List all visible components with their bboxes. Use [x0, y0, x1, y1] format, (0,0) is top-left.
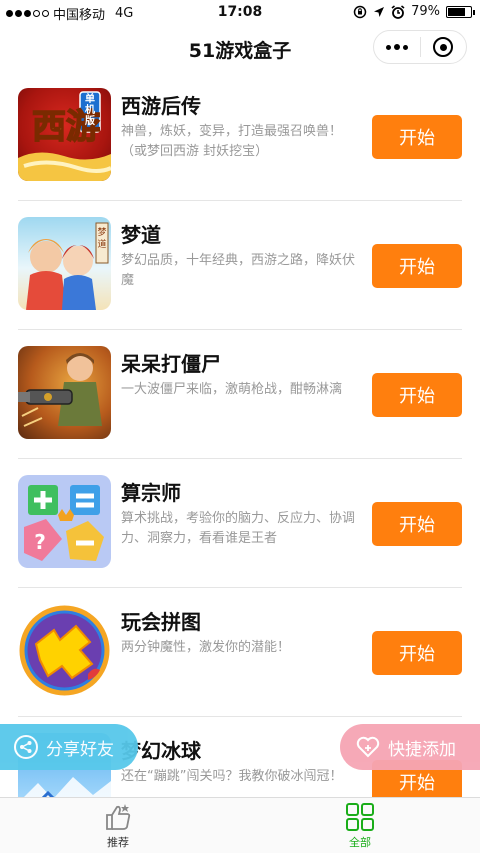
- tab-bar: 推荐 全部: [0, 797, 480, 853]
- game-description: 两分钟魔性，激发你的潜能！: [121, 640, 291, 655]
- game-title: 梦道: [121, 223, 161, 247]
- svg-text:?: ?: [34, 530, 46, 554]
- start-button[interactable]: 开始: [372, 115, 462, 159]
- list-item[interactable]: 梦道 梦道 梦幻品质，十年经典，西游之路，降妖伏魔 开始: [18, 201, 462, 330]
- list-item[interactable]: 玩会拼图 两分钟魔性，激发你的潜能！ 开始: [18, 588, 462, 717]
- tab-all[interactable]: 全部: [320, 802, 400, 850]
- grid-icon: [346, 803, 374, 831]
- start-button[interactable]: 开始: [372, 631, 462, 675]
- tab-recommend[interactable]: 推荐: [78, 802, 158, 850]
- battery-icon: [446, 5, 475, 18]
- start-button[interactable]: 开始: [372, 244, 462, 288]
- game-title: 西游后传: [121, 94, 201, 118]
- game-thumbnail: [18, 346, 111, 439]
- game-description: 神兽，炼妖，变异，打造最强召唤兽！（或梦回西游 封妖挖宝）: [121, 124, 343, 159]
- rotation-lock-icon: [353, 5, 367, 18]
- start-button[interactable]: 开始: [372, 502, 462, 546]
- share-icon: [14, 735, 38, 759]
- game-description: 算术挑战，考验你的脑力、反应力、协调力、洞察力，看看谁是王者: [121, 511, 356, 546]
- game-description: 一大波僵尸来临，激萌枪战，酣畅淋漓: [121, 382, 343, 397]
- thumbs-up-icon: [106, 804, 131, 830]
- game-title: 算宗师: [121, 481, 181, 505]
- game-thumbnail: [18, 604, 111, 697]
- share-friends-button[interactable]: 分享好友: [0, 724, 138, 770]
- menu-capsule: [373, 30, 467, 64]
- location-icon: [374, 6, 385, 17]
- quick-add-button[interactable]: 快捷添加: [340, 724, 480, 770]
- nav-bar: 51游戏盒子: [0, 24, 480, 72]
- battery-label: 79%: [411, 4, 440, 19]
- game-description: 还在“蹦跳”闯关吗？我教你破冰闯冠！: [121, 769, 343, 784]
- list-item[interactable]: ? 算宗师 算术挑战，考验你的脑力、反应力、协调力、洞察力，看看谁是王者 开始: [18, 459, 462, 588]
- list-item[interactable]: 西游 单机版 西游后传 神兽，炼妖，变异，打造最强召唤兽！（或梦回西游 封妖挖宝…: [18, 72, 462, 201]
- status-right: 79%: [353, 4, 475, 19]
- list-item[interactable]: 呆呆打僵尸 一大波僵尸来临，激萌枪战，酣畅淋漓 开始: [18, 330, 462, 459]
- close-button[interactable]: [420, 31, 466, 63]
- thumb-badge: 单机版: [85, 94, 95, 127]
- game-title: 玩会拼图: [121, 610, 201, 634]
- add-label: 快捷添加: [388, 739, 456, 760]
- share-label: 分享好友: [46, 739, 114, 760]
- alarm-icon: [391, 4, 405, 19]
- close-circle-icon: [433, 37, 454, 57]
- status-bar: 中国移动 4G 17:08 79%: [0, 0, 480, 24]
- game-thumbnail: 西游 单机版: [18, 88, 111, 181]
- game-description: 梦幻品质，十年经典，西游之路，降妖伏魔: [121, 253, 356, 288]
- game-thumbnail: ?: [18, 475, 111, 568]
- more-button[interactable]: [374, 31, 420, 63]
- start-button[interactable]: 开始: [372, 373, 462, 417]
- game-thumbnail: 梦道: [18, 217, 111, 310]
- tab-label: 推荐: [107, 836, 129, 849]
- heart-plus-icon: [356, 736, 380, 758]
- game-title: 呆呆打僵尸: [121, 352, 221, 376]
- thumb-badge: 梦道: [97, 228, 107, 250]
- tab-label: 全部: [349, 836, 371, 849]
